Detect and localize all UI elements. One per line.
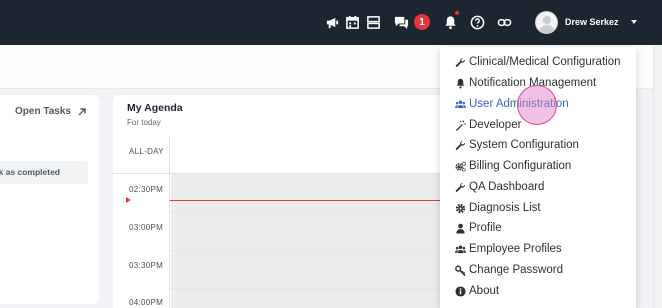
agenda-title: My Agenda xyxy=(127,102,183,114)
menu-item-change-password[interactable]: Change Password xyxy=(454,262,563,278)
wrench-icon xyxy=(454,139,466,151)
external-link-icon[interactable] xyxy=(77,104,87,116)
avatar-body xyxy=(539,25,555,33)
menu-item-diagnosis-list[interactable]: Diagnosis List xyxy=(454,200,541,216)
megaphone-icon[interactable] xyxy=(322,12,342,32)
menu-item-label: System Configuration xyxy=(469,139,579,151)
menu-item-label: Developer xyxy=(469,119,522,131)
menu-item-label: QA Dashboard xyxy=(469,181,545,193)
time-slot-line xyxy=(170,250,453,251)
menu-item-clinical-medical-configuration[interactable]: Clinical/Medical Configuration xyxy=(454,54,621,70)
message-count-badge: 1 xyxy=(414,14,430,30)
chat-icon[interactable] xyxy=(391,12,411,32)
my-agenda-card: My Agenda For today ALL-DAY 02:30PM 03:0… xyxy=(113,95,453,308)
menu-item-employee-profiles[interactable]: Employee Profiles xyxy=(454,241,562,257)
cogs-icon xyxy=(454,160,466,172)
time-column: ALL-DAY 02:30PM 03:00PM 03:30PM 04:00PM xyxy=(113,136,170,308)
users-icon xyxy=(454,243,466,255)
task-row-label: k as completed xyxy=(0,167,60,177)
bell-icon xyxy=(454,77,466,89)
time-label: 03:30PM xyxy=(129,261,164,270)
menu-item-billing-configuration[interactable]: Billing Configuration xyxy=(454,158,571,174)
time-slot-line xyxy=(170,288,453,289)
user-icon xyxy=(454,222,466,234)
calendar-icon[interactable] xyxy=(342,12,362,32)
menu-item-developer[interactable]: Developer xyxy=(454,117,521,133)
menu-item-label: Employee Profiles xyxy=(469,243,562,255)
key-icon xyxy=(454,264,466,276)
magic-wand-icon xyxy=(454,119,466,131)
info-icon xyxy=(454,285,466,297)
menu-item-label: Billing Configuration xyxy=(469,160,572,172)
top-navbar: 1 Drew Serkez xyxy=(0,0,662,45)
user-name[interactable]: Drew Serkez xyxy=(565,17,619,27)
users-icon xyxy=(454,98,466,110)
avatar[interactable] xyxy=(535,11,558,34)
time-label: 02:30PM xyxy=(129,185,164,194)
menu-item-label: About xyxy=(469,285,500,297)
menu-item-label: Clinical/Medical Configuration xyxy=(469,56,621,68)
time-slot-line xyxy=(170,212,453,213)
current-time-arrow xyxy=(126,197,131,203)
allday-label: ALL-DAY xyxy=(129,147,164,156)
bell-icon[interactable] xyxy=(440,12,460,32)
notification-dot xyxy=(455,11,459,15)
chevron-down-icon[interactable] xyxy=(631,20,637,24)
menu-item-system-configuration[interactable]: System Configuration xyxy=(454,137,579,153)
time-label: 04:00PM xyxy=(129,298,164,307)
time-label: 03:00PM xyxy=(129,223,164,232)
task-row[interactable]: k as completed xyxy=(0,161,88,184)
menu-item-label: Change Password xyxy=(469,264,563,276)
menu-item-profile[interactable]: Profile xyxy=(454,220,502,236)
menu-item-label: Diagnosis List xyxy=(469,202,541,214)
help-icon[interactable] xyxy=(467,12,487,32)
menu-item-about[interactable]: About xyxy=(454,283,499,299)
open-tasks-title: Open Tasks xyxy=(15,106,71,117)
agenda-subtitle: For today xyxy=(127,118,161,127)
menu-item-label: Profile xyxy=(469,222,502,234)
open-tasks-card: Open Tasks k as completed xyxy=(0,95,99,304)
server-icon[interactable] xyxy=(363,12,383,32)
agenda-calendar-grid[interactable]: ALL-DAY 02:30PM 03:00PM 03:30PM 04:00PM xyxy=(113,136,453,308)
current-time-line xyxy=(170,200,453,201)
page-scrollbar[interactable] xyxy=(653,45,662,308)
wrench-icon xyxy=(454,56,466,68)
link-icon[interactable] xyxy=(494,12,514,32)
gear-icon xyxy=(454,202,466,214)
avatar-head xyxy=(543,16,551,24)
wrench-icon xyxy=(454,181,466,193)
click-indicator xyxy=(517,85,557,125)
menu-item-qa-dashboard[interactable]: QA Dashboard xyxy=(454,179,544,195)
